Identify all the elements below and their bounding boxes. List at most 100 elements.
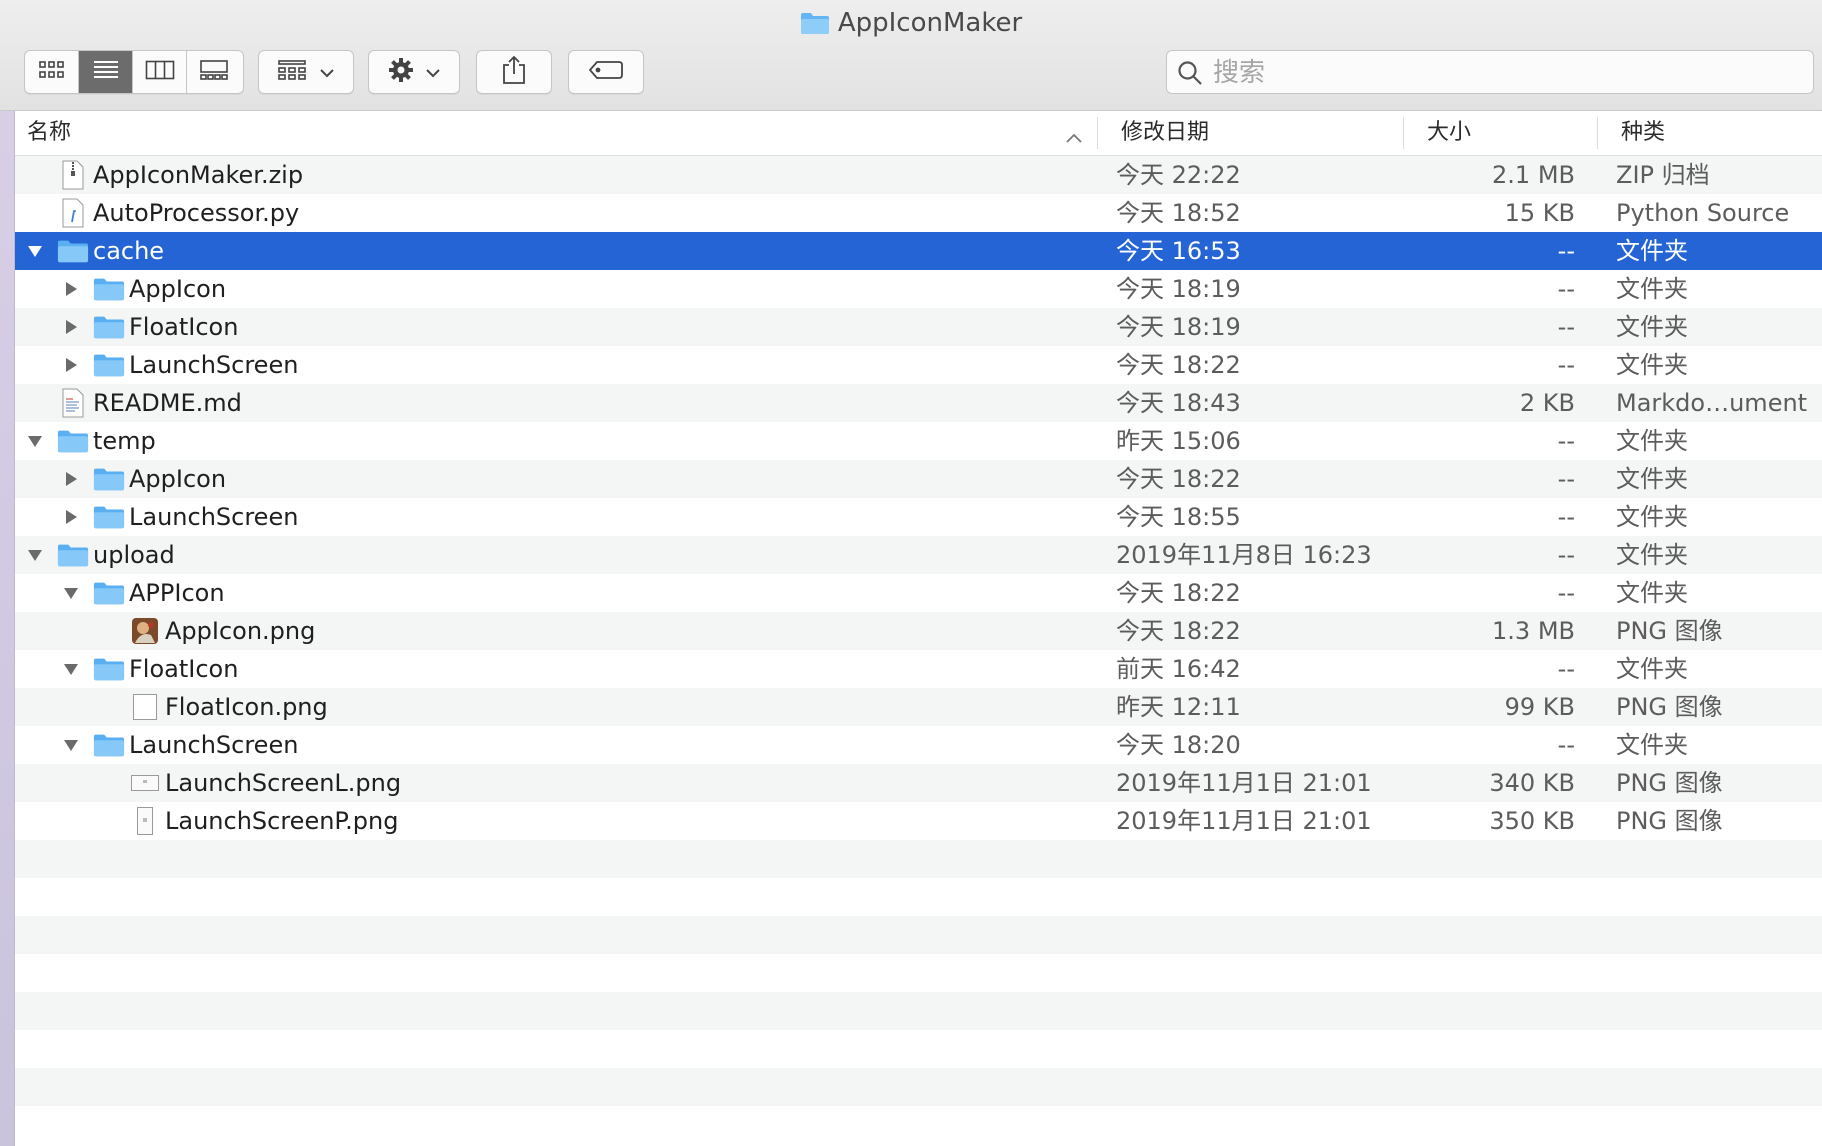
- disclosure-expanded-icon[interactable]: [61, 574, 81, 612]
- file-row[interactable]: LaunchScreenL.png 2019年11月1日 21:01 340 KB P…: [15, 764, 1822, 802]
- file-row[interactable]: LaunchScreen 今天 18:20 -- 文件夹: [15, 726, 1822, 764]
- share-button[interactable]: [476, 50, 552, 94]
- file-row[interactable]: LaunchScreenP.png 2019年11月1日 21:01 350 KB P…: [15, 802, 1822, 840]
- modified-date: 今天 22:22: [1116, 161, 1241, 189]
- file-row[interactable]: README.md 今天 18:43 2 KB Markdo…ument: [15, 384, 1822, 422]
- window-title-text: AppIconMaker: [837, 8, 1023, 38]
- file-kind: PNG 图像: [1616, 769, 1723, 797]
- file-row[interactable]: FloatIcon 前天 16:42 -- 文件夹: [15, 650, 1822, 688]
- file-row[interactable]: LaunchScreen 今天 18:55 -- 文件夹: [15, 498, 1822, 536]
- gallery-view-icon: [199, 59, 229, 85]
- disclosure-expanded-icon[interactable]: [25, 422, 45, 460]
- column-header-date[interactable]: 修改日期: [1121, 111, 1209, 155]
- finder-window: AppIconMaker 搜索 名称 修改日期 大小 种类 AppIconMak…: [0, 0, 1822, 1146]
- file-list: AppIconMaker.zip 今天 22:22 2.1 MB ZIP 归档 Auto…: [15, 156, 1822, 1144]
- column-divider[interactable]: [1403, 117, 1404, 149]
- file-kind: 文件夹: [1616, 541, 1688, 569]
- modified-date: 今天 18:19: [1116, 275, 1241, 303]
- column-header-kind[interactable]: 种类: [1621, 111, 1665, 155]
- search-input[interactable]: [1211, 51, 1795, 95]
- file-kind: 文件夹: [1616, 503, 1688, 531]
- file-name: FloatIcon.png: [165, 693, 328, 721]
- file-name: AppIconMaker.zip: [93, 161, 304, 189]
- disclosure-expanded-icon[interactable]: [25, 232, 45, 270]
- file-kind: PNG 图像: [1616, 693, 1723, 721]
- file-kind: ZIP 归档: [1616, 161, 1710, 189]
- modified-date: 昨天 15:06: [1116, 427, 1241, 455]
- file-size: --: [1557, 313, 1575, 341]
- folder-icon: [93, 464, 125, 494]
- file-kind: 文件夹: [1616, 655, 1688, 683]
- file-size: 15 KB: [1504, 199, 1575, 227]
- modified-date: 今天 18:52: [1116, 199, 1241, 227]
- blank-png-icon: [129, 692, 161, 722]
- folder-icon: [93, 350, 125, 380]
- modified-date: 今天 18:22: [1116, 465, 1241, 493]
- disclosure-expanded-icon[interactable]: [25, 536, 45, 574]
- file-row[interactable]: cache 今天 16:53 -- 文件夹: [15, 232, 1822, 270]
- search-field[interactable]: [1166, 50, 1814, 95]
- search-icon: [1177, 60, 1203, 90]
- folder-icon: [93, 730, 125, 760]
- list-view-button[interactable]: [79, 51, 133, 93]
- action-menu-button[interactable]: [368, 50, 460, 94]
- file-name: cache: [93, 237, 165, 265]
- disclosure-expanded-icon[interactable]: [61, 650, 81, 688]
- disclosure-collapsed-icon[interactable]: [61, 460, 81, 498]
- folder-icon: [57, 426, 89, 456]
- file-row[interactable]: AppIcon 今天 18:19 -- 文件夹: [15, 270, 1822, 308]
- folder-icon: [800, 11, 830, 42]
- file-size: --: [1557, 351, 1575, 379]
- disclosure-collapsed-icon[interactable]: [61, 270, 81, 308]
- modified-date: 2019年11月1日 21:01: [1116, 807, 1372, 835]
- file-row[interactable]: upload 2019年11月8日 16:23 -- 文件夹: [15, 536, 1822, 574]
- file-size: 350 KB: [1489, 807, 1575, 835]
- column-header-size[interactable]: 大小: [1427, 111, 1471, 155]
- chevron-down-icon: [319, 63, 335, 82]
- column-header-name[interactable]: 名称: [27, 111, 71, 155]
- file-kind: 文件夹: [1616, 351, 1688, 379]
- file-row[interactable]: AppIcon 今天 18:22 -- 文件夹: [15, 460, 1822, 498]
- image-thumbnail-icon: [129, 616, 161, 646]
- file-row[interactable]: AutoProcessor.py 今天 18:52 15 KB Python Sour…: [15, 194, 1822, 232]
- file-size: --: [1557, 541, 1575, 569]
- disclosure-collapsed-icon[interactable]: [61, 308, 81, 346]
- tag-icon: [588, 60, 624, 84]
- file-row[interactable]: temp 昨天 15:06 -- 文件夹: [15, 422, 1822, 460]
- file-size: 340 KB: [1489, 769, 1575, 797]
- file-kind: 文件夹: [1616, 313, 1688, 341]
- group-by-button[interactable]: [258, 50, 354, 94]
- disclosure-collapsed-icon[interactable]: [61, 346, 81, 384]
- empty-row: [15, 878, 1822, 916]
- file-name: FloatIcon: [129, 655, 239, 683]
- gallery-view-button[interactable]: [187, 51, 241, 93]
- file-size: --: [1557, 237, 1575, 265]
- file-size: --: [1557, 731, 1575, 759]
- list-view-icon: [92, 59, 120, 85]
- modified-date: 今天 18:20: [1116, 731, 1241, 759]
- file-name: README.md: [93, 389, 242, 417]
- file-row[interactable]: FloatIcon.png 昨天 12:11 99 KB PNG 图像: [15, 688, 1822, 726]
- file-row[interactable]: FloatIcon 今天 18:19 -- 文件夹: [15, 308, 1822, 346]
- column-view-icon: [145, 60, 175, 84]
- file-row[interactable]: LaunchScreen 今天 18:22 -- 文件夹: [15, 346, 1822, 384]
- file-name: LaunchScreen: [129, 731, 299, 759]
- markdown-file-icon: [57, 388, 89, 418]
- column-header: 名称 修改日期 大小 种类: [15, 111, 1822, 156]
- column-view-button[interactable]: [133, 51, 187, 93]
- folder-icon: [93, 654, 125, 684]
- file-row[interactable]: AppIconMaker.zip 今天 22:22 2.1 MB ZIP 归档: [15, 156, 1822, 194]
- column-divider[interactable]: [1597, 117, 1598, 149]
- file-name: AppIcon: [129, 465, 227, 493]
- disclosure-expanded-icon[interactable]: [61, 726, 81, 764]
- icon-view-button[interactable]: [25, 51, 79, 93]
- sort-ascending-icon[interactable]: [1065, 125, 1083, 150]
- file-row[interactable]: AppIcon.png 今天 18:22 1.3 MB PNG 图像: [15, 612, 1822, 650]
- tag-button[interactable]: [568, 50, 644, 94]
- folder-icon: [93, 274, 125, 304]
- file-size: --: [1557, 465, 1575, 493]
- disclosure-collapsed-icon[interactable]: [61, 498, 81, 536]
- file-name: AppIcon: [129, 275, 227, 303]
- column-divider[interactable]: [1097, 117, 1098, 149]
- file-row[interactable]: APPIcon 今天 18:22 -- 文件夹: [15, 574, 1822, 612]
